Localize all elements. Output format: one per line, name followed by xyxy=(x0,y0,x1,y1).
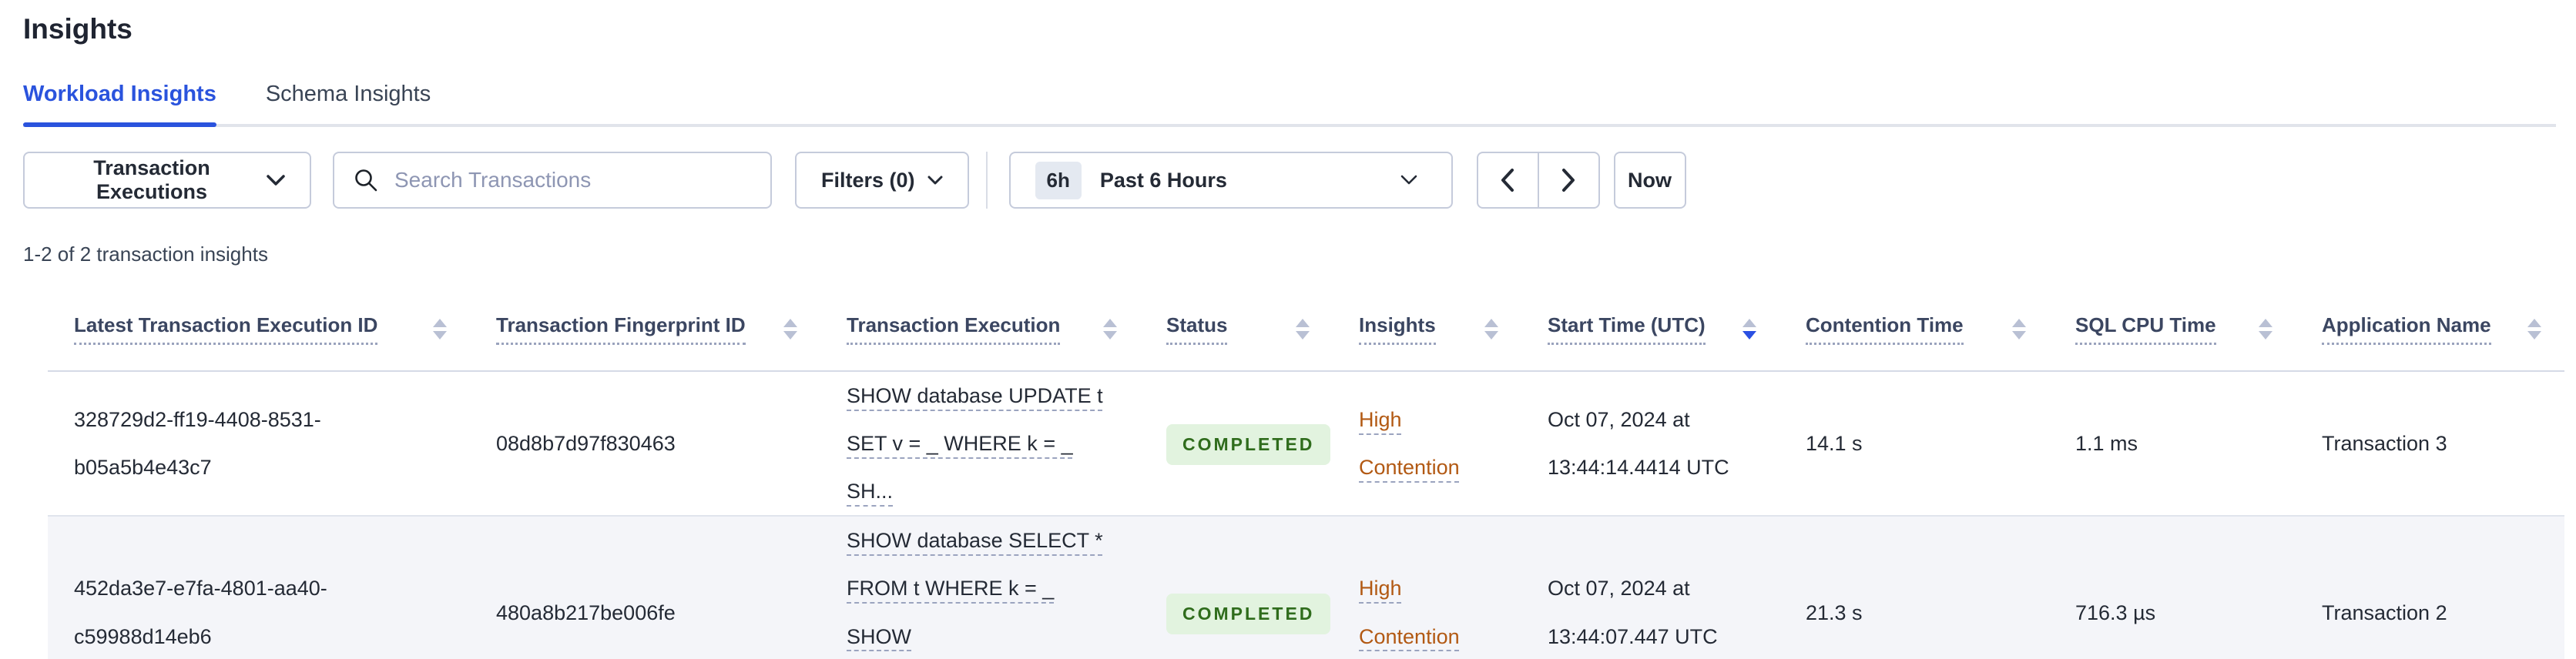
column-header-insights[interactable]: Insights xyxy=(1333,288,1521,373)
tab-bar: Workload Insights Schema Insights xyxy=(23,82,2556,128)
cell-sql-cpu-time: 1.1 ms xyxy=(2049,371,2296,517)
transaction-execution-link[interactable]: SHOW database UPDATE t SET v = _ WHERE k… xyxy=(847,372,1117,515)
insights-table: Latest Transaction Execution ID Transact… xyxy=(48,288,2564,659)
cell-contention-time: 21.3 s xyxy=(1779,516,2049,659)
sort-icon[interactable] xyxy=(2517,319,2541,340)
status-badge: COMPLETED xyxy=(1166,593,1331,634)
column-header-application-name[interactable]: Application Name xyxy=(2296,288,2564,373)
cell-fingerprint-id: 480a8b217be006fe xyxy=(470,516,820,659)
toolbar-divider xyxy=(985,152,988,209)
cell-sql-cpu-time: 716.3 µs xyxy=(2049,516,2296,659)
sort-icon[interactable] xyxy=(422,319,447,340)
column-header-latest-execution-id[interactable]: Latest Transaction Execution ID xyxy=(48,288,470,373)
column-header-contention-time[interactable]: Contention Time xyxy=(1779,288,2049,373)
results-summary: 1-2 of 2 transaction insights xyxy=(23,243,268,266)
sort-icon[interactable] xyxy=(2248,319,2272,340)
transaction-execution-link[interactable]: SHOW database SELECT * FROM t WHERE k = … xyxy=(847,517,1117,659)
cell-execution-id: 452da3e7-e7fa-4801-aa40-c59988d14eb6 xyxy=(48,516,470,659)
cell-fingerprint-id: 08d8b7d97f830463 xyxy=(470,371,820,517)
column-header-fingerprint-id[interactable]: Transaction Fingerprint ID xyxy=(470,288,820,373)
cell-transaction-execution: SHOW database UPDATE t SET v = _ WHERE k… xyxy=(820,371,1140,517)
search-box[interactable] xyxy=(333,152,772,209)
toolbar: Transaction Executions Filters (0) 6h Pa… xyxy=(23,152,2576,209)
column-header-start-time[interactable]: Start Time (UTC) xyxy=(1521,288,1779,373)
cell-start-time: Oct 07, 2024 at 13:44:14.4414 UTC xyxy=(1521,371,1779,517)
cell-status: COMPLETED xyxy=(1140,371,1333,517)
cell-status: COMPLETED xyxy=(1140,516,1333,659)
time-range-pager xyxy=(1476,152,1600,209)
chevron-down-icon xyxy=(927,176,943,186)
tab-workload-insights[interactable]: Workload Insights xyxy=(23,82,216,128)
cell-insights: High Contention xyxy=(1333,371,1521,517)
page-title: Insights xyxy=(23,13,132,45)
chevron-left-icon xyxy=(1500,168,1515,192)
sort-icon[interactable] xyxy=(1474,319,1498,340)
time-range-label: Past 6 Hours xyxy=(1099,168,1227,192)
view-type-dropdown-label: Transaction Executions xyxy=(93,156,210,204)
insight-link[interactable]: High Contention xyxy=(1359,564,1482,659)
search-input[interactable] xyxy=(394,168,752,193)
cell-application-name: Transaction 2 xyxy=(2296,516,2564,659)
table-header-row: Latest Transaction Execution ID Transact… xyxy=(48,288,2564,373)
tab-schema-insights[interactable]: Schema Insights xyxy=(266,82,431,124)
now-button[interactable]: Now xyxy=(1613,152,1686,209)
sort-icon[interactable] xyxy=(1285,319,1310,340)
cell-start-time: Oct 07, 2024 at 13:44:07.447 UTC xyxy=(1521,516,1779,659)
chevron-right-icon xyxy=(1561,168,1576,192)
time-next-button[interactable] xyxy=(1538,152,1600,209)
cell-transaction-execution: SHOW database SELECT * FROM t WHERE k = … xyxy=(820,516,1140,659)
column-header-status[interactable]: Status xyxy=(1140,288,1333,373)
chevron-down-icon xyxy=(267,174,285,186)
cell-execution-id: 328729d2-ff19-4408-8531-b05a5b4e43c7 xyxy=(48,371,470,517)
column-header-transaction-execution[interactable]: Transaction Execution xyxy=(820,288,1140,373)
time-range-shortcut-badge: 6h xyxy=(1035,161,1082,199)
search-icon xyxy=(353,167,379,193)
filters-button-label: Filters (0) xyxy=(821,168,915,192)
time-range-picker[interactable]: 6h Past 6 Hours xyxy=(1008,152,1453,209)
filters-button[interactable]: Filters (0) xyxy=(795,152,969,209)
sort-icon[interactable] xyxy=(773,319,797,340)
sort-icon[interactable] xyxy=(1732,319,1756,340)
chevron-down-icon xyxy=(1400,175,1417,186)
cell-contention-time: 14.1 s xyxy=(1779,371,2049,517)
table-row: 452da3e7-e7fa-4801-aa40-c59988d14eb6 480… xyxy=(48,516,2564,659)
sort-icon[interactable] xyxy=(1092,319,1117,340)
cell-application-name: Transaction 3 xyxy=(2296,371,2564,517)
status-badge: COMPLETED xyxy=(1166,424,1331,466)
sort-icon[interactable] xyxy=(2001,319,2026,340)
view-type-dropdown[interactable]: Transaction Executions xyxy=(23,152,311,209)
insight-link[interactable]: High Contention xyxy=(1359,396,1482,491)
table-row: 328729d2-ff19-4408-8531-b05a5b4e43c7 08d… xyxy=(48,371,2564,517)
column-header-sql-cpu-time[interactable]: SQL CPU Time xyxy=(2049,288,2296,373)
cell-insights: High Contention xyxy=(1333,516,1521,659)
time-prev-button[interactable] xyxy=(1476,152,1538,209)
